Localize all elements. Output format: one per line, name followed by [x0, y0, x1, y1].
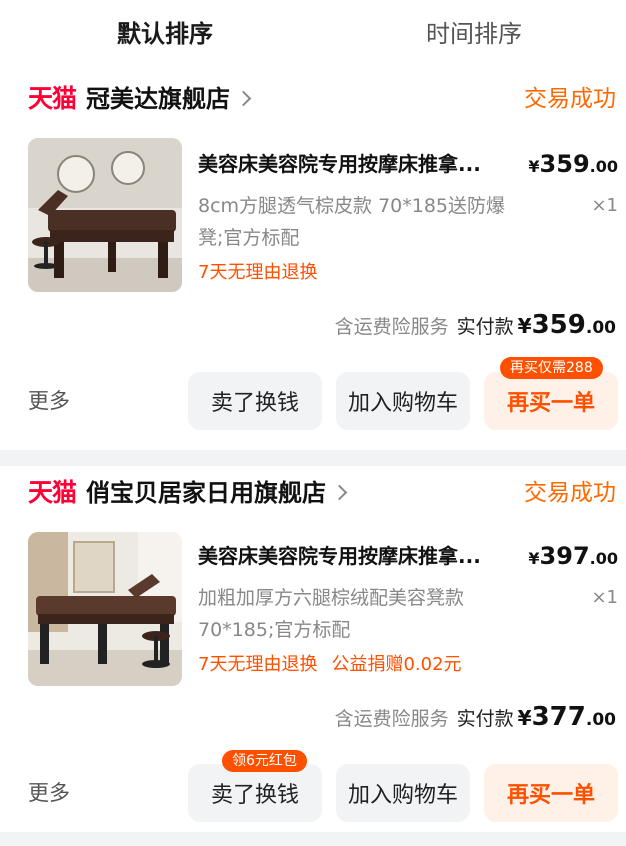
service-tag: 7天无理由退换 — [198, 654, 318, 675]
total-decimal: .00 — [585, 318, 616, 338]
sell-button[interactable]: 卖了换钱 — [188, 764, 322, 822]
total-decimal: .00 — [585, 710, 616, 730]
total-currency: ¥ — [517, 314, 532, 338]
product-spec: 加粗加厚方六腿棕绒配美容凳款 70*185;官方标配 — [198, 587, 465, 641]
add-to-cart-button[interactable]: 加入购物车 — [336, 764, 470, 822]
tmall-logo: 天猫 — [28, 478, 77, 507]
store-row[interactable]: 天猫 冠美达旗舰店 交易成功 — [0, 72, 626, 128]
more-button[interactable]: 更多 — [28, 778, 70, 808]
charity-tag: 公益捐赠0.02元 — [331, 654, 462, 675]
store-name[interactable]: 俏宝贝居家日用旗舰店 — [86, 478, 348, 508]
product-quantity: ×1 — [591, 587, 618, 608]
product-spec: 8cm方腿透气棕皮款 70*185送防爆凳;官方标配 — [198, 195, 506, 249]
buy-again-button[interactable]: 再买一单 — [484, 372, 618, 430]
total-label: 实付款 — [456, 316, 514, 338]
card-separator — [0, 450, 626, 466]
chevron-right-icon — [331, 484, 348, 501]
tmall-logo: 天猫 — [28, 84, 77, 113]
price-decimal: .00 — [589, 157, 618, 176]
shipping-insurance-note: 含运费险服务 — [334, 708, 449, 730]
tab-default-sort[interactable]: 默认排序 — [117, 18, 213, 50]
store-name-label: 俏宝贝居家日用旗舰店 — [86, 479, 326, 507]
total-integer: 359 — [531, 310, 586, 340]
service-tag: 7天无理由退换 — [198, 262, 318, 283]
service-tags: 7天无理由退换 — [198, 260, 331, 286]
total-label: 实付款 — [456, 708, 514, 730]
product-title[interactable]: 美容床美容院专用按摩床推拿... — [198, 542, 518, 570]
product-price: ¥359.00 — [528, 150, 618, 181]
buy-again-button[interactable]: 再买一单 — [484, 764, 618, 822]
product-quantity: ×1 — [591, 195, 618, 216]
order-status: 交易成功 — [524, 86, 616, 112]
buy-again-badge: 再买仅需288 — [500, 357, 603, 379]
shipping-insurance-note: 含运费险服务 — [334, 316, 449, 338]
store-row[interactable]: 天猫 俏宝贝居家日用旗舰店 交易成功 — [0, 466, 626, 522]
more-button[interactable]: 更多 — [28, 386, 70, 416]
sell-button[interactable]: 卖了换钱 — [188, 372, 322, 430]
price-decimal: .00 — [589, 549, 618, 568]
product-price: ¥397.00 — [528, 542, 618, 573]
add-to-cart-button[interactable]: 加入购物车 — [336, 372, 470, 430]
chevron-right-icon — [235, 90, 252, 107]
price-integer: 397 — [539, 542, 590, 570]
bottom-separator — [0, 832, 626, 846]
order-card: 天猫 冠美达旗舰店 交易成功 美容床美容院专用按摩床推拿... ¥359.00 … — [0, 72, 626, 450]
total-integer: 377 — [531, 702, 586, 732]
price-integer: 359 — [539, 150, 590, 178]
order-status: 交易成功 — [524, 480, 616, 506]
product-image[interactable] — [28, 532, 182, 686]
order-card: 天猫 俏宝贝居家日用旗舰店 交易成功 美容床美容院专用按摩床推拿... ¥397… — [0, 466, 626, 832]
order-total: 含运费险服务 实付款 ¥377.00 — [335, 700, 616, 737]
price-currency: ¥ — [528, 157, 540, 176]
store-name[interactable]: 冠美达旗舰店 — [86, 84, 252, 114]
price-currency: ¥ — [528, 549, 540, 568]
total-currency: ¥ — [517, 706, 532, 730]
sort-bar: 默认排序 时间排序 — [0, 0, 626, 72]
product-image[interactable] — [28, 138, 182, 292]
order-total: 含运费险服务 实付款 ¥359.00 — [335, 308, 616, 345]
tab-time-sort[interactable]: 时间排序 — [426, 18, 522, 50]
product-title[interactable]: 美容床美容院专用按摩床推拿... — [198, 150, 518, 178]
store-name-label: 冠美达旗舰店 — [86, 85, 230, 113]
service-tags: 7天无理由退换 公益捐赠0.02元 — [198, 652, 476, 678]
red-packet-badge: 领6元红包 — [222, 750, 307, 772]
